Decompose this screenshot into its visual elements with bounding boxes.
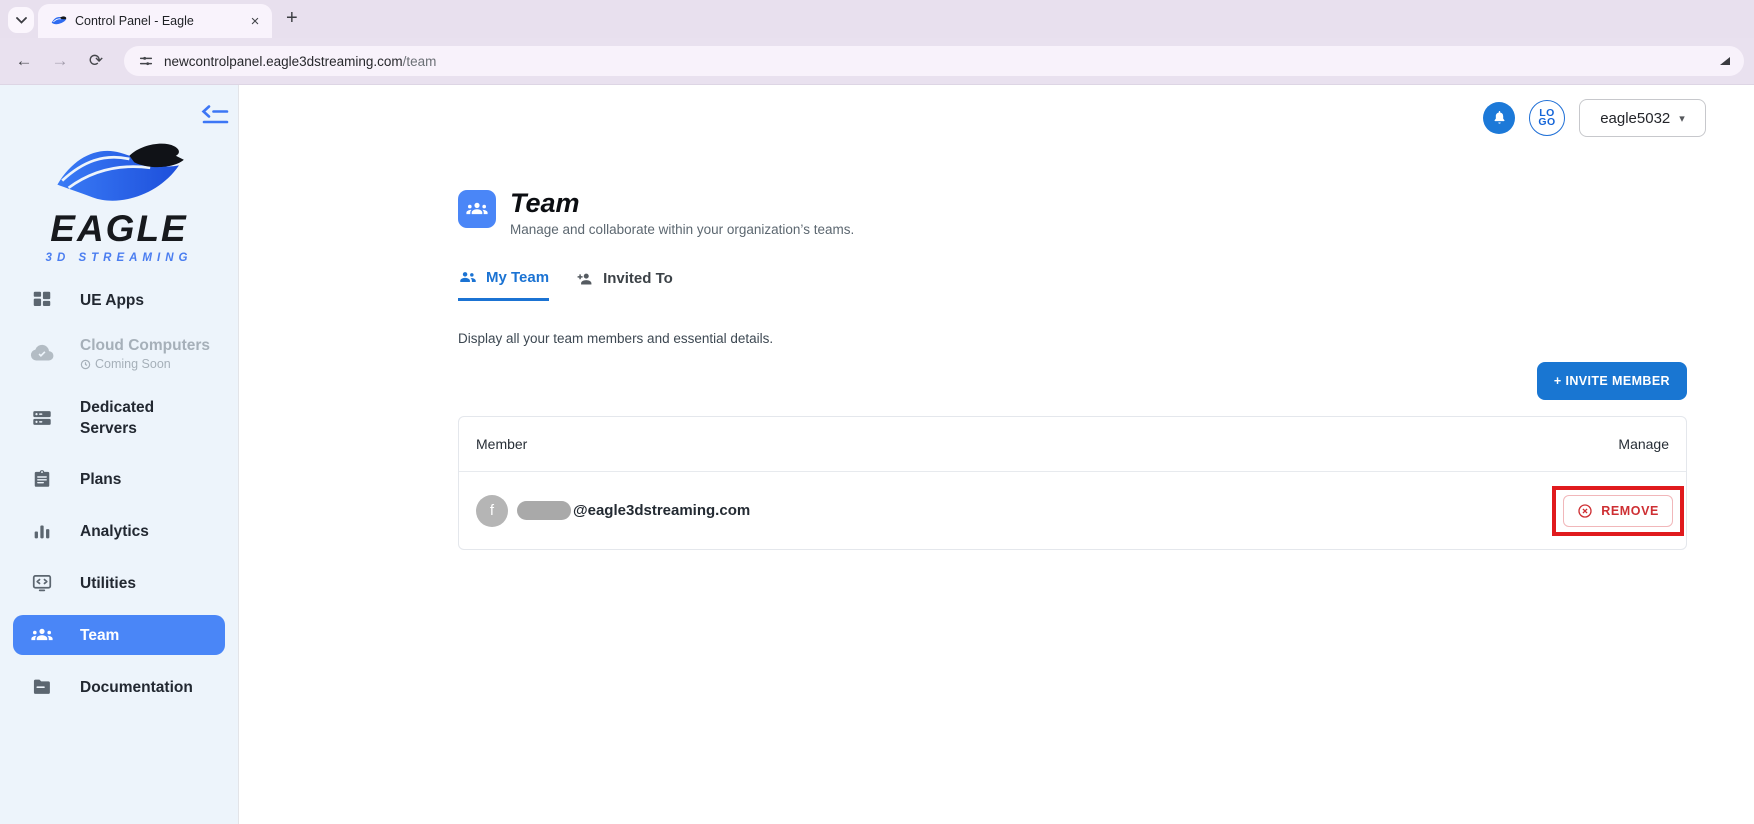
- remove-member-button[interactable]: REMOVE: [1563, 494, 1673, 527]
- reload-icon[interactable]: ⟳: [80, 51, 112, 71]
- sidebar-item-label: UE Apps: [80, 291, 145, 309]
- team-icon: [30, 623, 54, 647]
- tab-label: My Team: [486, 268, 550, 286]
- tab-title: Control Panel - Eagle: [75, 14, 194, 28]
- sidebar-item-text: Cloud Computers Coming Soon: [80, 335, 210, 371]
- sidebar-item-label: Plans: [80, 470, 122, 488]
- sidebar-item-label: Dedicated Servers: [80, 399, 155, 437]
- cancel-circle-icon: [1578, 503, 1592, 518]
- eagle-swoosh-icon: [57, 143, 184, 201]
- eagle-favicon-icon: [51, 16, 67, 25]
- url-text: newcontrolpanel.eagle3dstreaming.com/tea…: [164, 54, 436, 69]
- new-tab-button[interactable]: +: [286, 7, 298, 30]
- column-member: Member: [476, 436, 528, 452]
- main-panel: LO GO eagle5032 ▾ Team Manage and collab…: [239, 85, 1754, 824]
- brand-subtitle: 3D STREAMING: [45, 252, 193, 264]
- sidebar-item-label: Documentation: [80, 678, 193, 696]
- remove-label: REMOVE: [1601, 503, 1659, 518]
- tab-label: Invited To: [603, 270, 673, 287]
- eagle-logo: EAGLE 3D STREAMING: [0, 135, 238, 264]
- forward-icon[interactable]: →: [44, 51, 76, 71]
- account-name: eagle5032: [1600, 109, 1671, 127]
- redacted-email-name: [517, 501, 571, 520]
- sidebar-item-dedicated-servers[interactable]: Dedicated Servers: [0, 383, 238, 453]
- account-dropdown[interactable]: eagle5032 ▾: [1579, 99, 1706, 137]
- sidebar-item-documentation[interactable]: Documentation: [0, 661, 238, 713]
- page-header-text: Team Manage and collaborate within your …: [510, 188, 855, 238]
- sidebar-collapse-row: [0, 85, 238, 135]
- member-avatar: f: [476, 494, 508, 527]
- coming-soon-badge: Coming Soon: [80, 357, 210, 371]
- clipboard-icon: [30, 468, 54, 490]
- team-page: Team Manage and collaborate within your …: [458, 190, 1687, 550]
- page-header: Team Manage and collaborate within your …: [458, 190, 1687, 237]
- browser-tab[interactable]: Control Panel - Eagle ×: [38, 4, 272, 38]
- back-icon[interactable]: ←: [8, 51, 40, 71]
- people-icon: [458, 267, 478, 287]
- brand-name: EAGLE: [50, 208, 188, 249]
- team-tabs: My Team Invited To: [458, 267, 1687, 301]
- url-path: /team: [402, 53, 437, 69]
- sidebar-item-label: Cloud Computers: [80, 337, 211, 354]
- sidebar-item-label: Utilities: [80, 574, 136, 592]
- table-header: Member Manage: [459, 417, 1686, 472]
- tab-my-team[interactable]: My Team: [458, 267, 550, 301]
- sidebar-item-analytics[interactable]: Analytics: [0, 505, 238, 557]
- invite-member-button[interactable]: + INVITE MEMBER: [1536, 362, 1687, 400]
- member-email: @eagle3dstreaming.com: [573, 502, 751, 519]
- app-frame: EAGLE 3D STREAMING UE Apps Cloud Compute…: [0, 85, 1754, 824]
- bar-chart-icon: [30, 520, 54, 542]
- cloud-check-icon: [30, 341, 54, 365]
- table-row: f @eagle3dstreaming.com REMOVE: [459, 472, 1686, 549]
- utilities-icon: [30, 572, 54, 594]
- dashboard-icon: [30, 289, 54, 311]
- server-icon: [30, 407, 54, 429]
- org-logo-avatar[interactable]: LO GO: [1529, 100, 1565, 136]
- page-title: Team: [510, 188, 580, 218]
- page-description: Display all your team members and essent…: [458, 331, 774, 346]
- collapse-sidebar-icon[interactable]: [200, 103, 230, 126]
- browser-tab-bar: Control Panel - Eagle × +: [0, 0, 1754, 38]
- chevron-down-icon: [15, 16, 27, 24]
- sidebar-item-label: Team: [80, 626, 120, 644]
- sidebar-item-team[interactable]: Team: [13, 615, 225, 655]
- page-subtitle: Manage and collaborate within your organ…: [510, 222, 855, 237]
- browser-toolbar: ← → ⟳ newcontrolpanel.eagle3dstreaming.c…: [0, 38, 1754, 85]
- site-info-icon[interactable]: [138, 53, 154, 69]
- folder-icon: [30, 676, 54, 698]
- invite-row: + INVITE MEMBER: [458, 362, 1687, 400]
- url-host: newcontrolpanel.eagle3dstreaming.com: [164, 53, 403, 69]
- team-page-icon: [458, 190, 496, 228]
- remove-highlight-annotation: REMOVE: [1552, 485, 1684, 536]
- header-actions: LO GO eagle5032 ▾: [1483, 99, 1706, 137]
- tab-close-icon[interactable]: ×: [246, 12, 264, 30]
- toolbar-edge-icon: [1720, 52, 1730, 70]
- sidebar-item-label: Analytics: [80, 522, 149, 540]
- sidebar-item-plans[interactable]: Plans: [0, 453, 238, 505]
- sidebar-item-cloud-computers: Cloud Computers Coming Soon: [0, 323, 238, 383]
- column-manage: Manage: [1618, 436, 1669, 452]
- person-add-icon: [575, 269, 595, 289]
- sidebar-item-utilities[interactable]: Utilities: [0, 557, 238, 609]
- chevron-down-icon: ▾: [1679, 112, 1685, 125]
- tab-search-button[interactable]: [8, 7, 34, 33]
- sidebar-item-ue-apps[interactable]: UE Apps: [0, 277, 238, 323]
- tab-invited-to[interactable]: Invited To: [575, 267, 673, 301]
- sidebar-nav: UE Apps Cloud Computers Coming Soon Dedi…: [0, 277, 238, 713]
- members-table: Member Manage f @eagle3dstreaming.com RE…: [458, 416, 1687, 550]
- clock-icon: [80, 359, 91, 369]
- sidebar: EAGLE 3D STREAMING UE Apps Cloud Compute…: [0, 85, 239, 824]
- notifications-button[interactable]: [1483, 102, 1515, 134]
- bell-icon: [1494, 111, 1504, 124]
- avatar-text-bottom: GO: [1538, 116, 1556, 128]
- address-bar[interactable]: newcontrolpanel.eagle3dstreaming.com/tea…: [124, 46, 1744, 76]
